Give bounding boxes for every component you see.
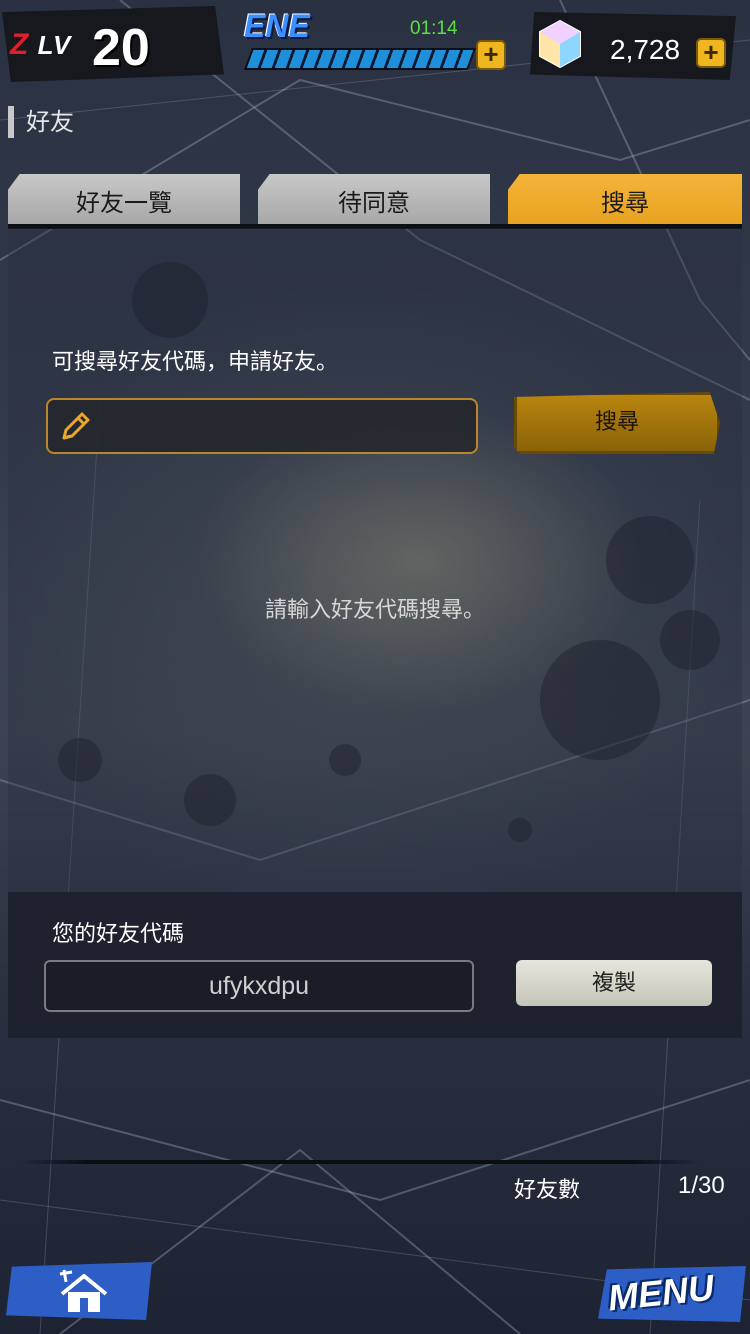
friend-code-value: ufykxdpu (44, 960, 474, 1012)
energy-bar (243, 48, 477, 70)
search-hint: 可搜尋好友代碼，申請好友。 (52, 350, 339, 375)
gem-count: 2,728 (610, 34, 681, 65)
energy-fill (246, 50, 474, 68)
copy-button[interactable]: 複製 (516, 960, 712, 1006)
energy-label: ENE (244, 8, 310, 44)
energy-meter: ENE 01:14 + (232, 4, 518, 76)
home-button[interactable] (6, 1262, 152, 1320)
menu-label: MENU (606, 1266, 716, 1319)
search-button[interactable]: 搜尋 (514, 392, 720, 454)
energy-plus-icon[interactable]: + (476, 40, 506, 70)
friend-code-label: 您的好友代碼 (52, 922, 185, 947)
footer-divider (20, 1160, 700, 1164)
friend-count-value: 1/30 (678, 1172, 725, 1199)
energy-timer: 01:14 (410, 18, 458, 39)
page-title: 好友 (8, 106, 74, 138)
tab-search[interactable]: 搜尋 (508, 174, 742, 226)
tab-friend-list[interactable]: 好友一覽 (8, 174, 240, 226)
level-prefix: Z (10, 28, 30, 61)
level-badge: Z LV 20 (2, 6, 224, 82)
house-icon (59, 1269, 108, 1312)
pencil-icon (62, 412, 90, 440)
level-tag: Z LV (10, 28, 71, 62)
friend-count-label: 好友數 (514, 1178, 581, 1203)
level-tag-text: LV (37, 30, 72, 60)
friend-code-search-input[interactable] (46, 398, 478, 454)
search-empty-message: 請輸入好友代碼搜尋。 (264, 598, 485, 623)
level-number: 20 (92, 19, 150, 77)
gem-plus-icon[interactable]: + (696, 38, 726, 68)
menu-button[interactable]: MENU (598, 1266, 746, 1322)
gem-icon (539, 19, 581, 69)
tab-pending[interactable]: 待同意 (258, 174, 490, 226)
